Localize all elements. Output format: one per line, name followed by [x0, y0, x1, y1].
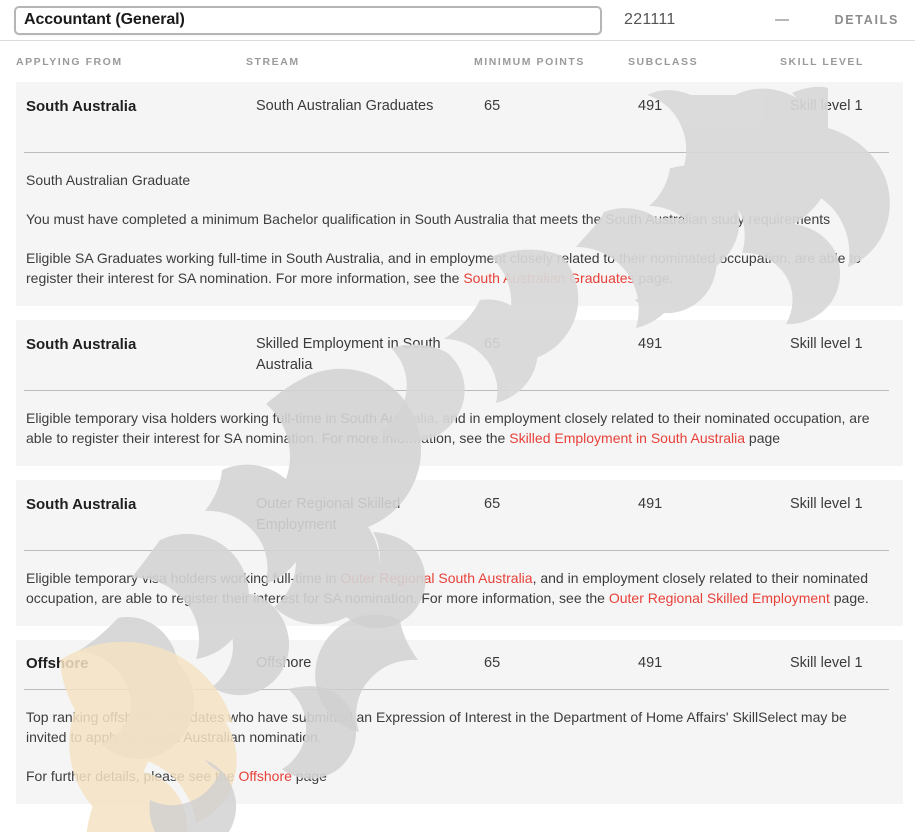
cell-minimum-points: 65: [484, 98, 501, 114]
stream-description: Top ranking offshore candidates who have…: [16, 690, 903, 804]
cell-subclass: 491: [638, 98, 663, 114]
description-text: Top ranking offshore candidates who have…: [26, 709, 847, 745]
cell-skill-level: Skill level 1: [790, 496, 863, 512]
description-paragraph: South Australian Graduate: [26, 170, 879, 190]
stream-description: South Australian Graduate You must have c…: [16, 153, 903, 306]
description-text: page: [291, 768, 327, 784]
cell-minimum-points: 65: [484, 336, 501, 352]
cell-skill-level: Skill level 1: [790, 336, 863, 352]
occupation-title-text: Accountant (General): [24, 11, 185, 28]
cell-subclass: 491: [638, 655, 663, 671]
stream-summary-row: South Australia South Australian Graduate…: [16, 82, 903, 142]
occupation-header: Accountant (General) 221111 DETAILS: [0, 0, 915, 41]
description-text: page.: [829, 590, 869, 606]
cell-subclass: 491: [638, 496, 663, 512]
column-header-subclass: SUBCLASS: [628, 56, 699, 68]
stream-summary-row: Offshore Offshore 65 491 Skill level 1: [16, 640, 903, 679]
column-header-skill-level: SKILL LEVEL: [780, 56, 864, 68]
minus-icon[interactable]: [773, 19, 791, 21]
cell-stream: Skilled Employment in South Australia: [256, 336, 441, 373]
description-link[interactable]: Outer Regional Skilled Employment: [609, 590, 830, 606]
description-paragraph: For further details, please see the Offs…: [26, 766, 879, 786]
description-paragraph: Top ranking offshore candidates who have…: [26, 707, 879, 747]
stream-description: Eligible temporary visa holders working …: [16, 391, 903, 466]
cell-applying-from: South Australia: [26, 98, 137, 115]
cell-minimum-points: 65: [484, 496, 501, 512]
description-link[interactable]: Offshore: [238, 768, 291, 784]
stream-summary-row: South Australia Skilled Employment in Sou…: [16, 320, 903, 380]
table-column-headers: APPLYING FROM STREAM MINIMUM POINTS SUBC…: [0, 56, 915, 82]
column-header-minimum-points: MINIMUM POINTS: [474, 56, 585, 68]
description-text: page: [745, 430, 781, 446]
cell-minimum-points: 65: [484, 655, 501, 671]
description-text: Eligible temporary visa holders working …: [26, 570, 341, 586]
anzsco-code: 221111: [624, 11, 676, 28]
cell-skill-level: Skill level 1: [790, 655, 863, 671]
row-divider: [24, 390, 889, 391]
cell-applying-from: South Australia: [26, 336, 137, 353]
cell-applying-from: South Australia: [26, 496, 137, 513]
description-link[interactable]: South Australian Graduates: [463, 270, 634, 286]
stream-section: South Australia Outer Regional Skilled Em…: [16, 480, 903, 626]
description-paragraph: You must have completed a minimum Bachel…: [26, 209, 879, 229]
stream-sections-list: South Australia South Australian Graduate…: [0, 82, 915, 804]
cell-stream: South Australian Graduates: [256, 98, 434, 114]
description-paragraph: Eligible temporary visa holders working …: [26, 568, 879, 608]
description-link[interactable]: Skilled Employment in South Australia: [509, 430, 745, 446]
description-paragraph: Eligible temporary visa holders working …: [26, 408, 879, 448]
column-header-applying-from: APPLYING FROM: [16, 56, 123, 68]
description-paragraph: Eligible SA Graduates working full-time …: [26, 248, 879, 288]
stream-description: Eligible temporary visa holders working …: [16, 551, 903, 626]
stream-section: South Australia Skilled Employment in Sou…: [16, 320, 903, 466]
description-text: You must have completed a minimum Bachel…: [26, 211, 831, 227]
description-text: For further details, please see the: [26, 768, 239, 784]
details-button[interactable]: DETAILS: [835, 13, 899, 27]
row-divider: [24, 152, 889, 153]
cell-applying-from: Offshore: [26, 655, 89, 672]
description-text: South Australian Graduate: [26, 172, 191, 188]
occupation-title-field[interactable]: Accountant (General): [14, 5, 602, 35]
cell-skill-level: Skill level 1: [790, 98, 863, 114]
stream-section: South Australia South Australian Graduate…: [16, 82, 903, 306]
column-header-stream: STREAM: [246, 56, 300, 68]
cell-stream: Outer Regional Skilled Employment: [256, 496, 401, 533]
cell-stream: Offshore: [256, 655, 312, 671]
row-divider: [24, 689, 889, 690]
row-divider: [24, 550, 889, 551]
stream-section: Offshore Offshore 65 491 Skill level 1 Top ra…: [16, 640, 903, 804]
description-text: page.: [634, 270, 674, 286]
description-link[interactable]: Outer Regional South Australia: [340, 570, 532, 586]
description-text: Eligible SA Graduates working full-time …: [26, 250, 862, 286]
stream-summary-row: South Australia Outer Regional Skilled Em…: [16, 480, 903, 540]
cell-subclass: 491: [638, 336, 663, 352]
